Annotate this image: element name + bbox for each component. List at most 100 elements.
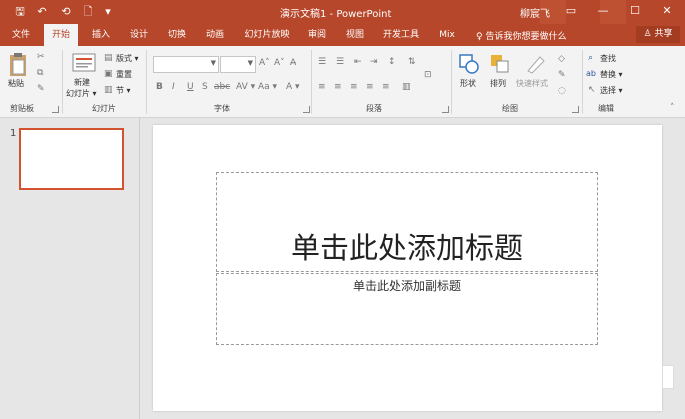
undo-icon[interactable]: ↶ — [34, 4, 50, 20]
find-button[interactable]: 查找 — [600, 54, 616, 64]
shape-effects-icon[interactable]: ◌ — [558, 86, 566, 96]
char-spacing-button[interactable]: AV ▾ — [236, 82, 255, 92]
paste-icon[interactable] — [8, 52, 28, 78]
ribbon-display-options-icon[interactable]: ▭ — [560, 2, 582, 20]
shape-outline-icon[interactable]: ✎ — [558, 70, 566, 80]
font-size-combo[interactable]: ▼ — [220, 56, 256, 73]
slide-number: 1 — [10, 128, 17, 139]
grow-font-button[interactable]: A˄ — [259, 58, 270, 68]
shapes-button[interactable]: 形状 — [460, 79, 476, 89]
increase-indent-icon[interactable]: ⇥ — [370, 57, 378, 67]
clipboard-launcher-icon[interactable] — [52, 106, 59, 113]
arrange-button[interactable]: 排列 — [490, 79, 506, 89]
section-button[interactable]: 节 ▾ — [116, 86, 131, 96]
group-label-slides: 幻灯片 — [92, 104, 116, 113]
section-icon[interactable]: ▥ — [104, 85, 113, 95]
slide-canvas[interactable]: 单击此处添加标题 单击此处添加副标题 — [153, 125, 662, 411]
arrange-icon[interactable] — [489, 53, 511, 75]
tab-review[interactable]: 审阅 — [300, 24, 334, 46]
format-painter-icon[interactable]: ✎ — [37, 84, 45, 94]
change-case-button[interactable]: Aa ▾ — [258, 82, 277, 92]
reset-button[interactable]: 重置 — [116, 70, 132, 80]
share-button[interactable]: ♙ 共享 — [636, 26, 680, 43]
find-icon[interactable]: ⌕ — [588, 53, 593, 63]
tab-transitions[interactable]: 切换 — [160, 24, 194, 46]
tab-animations[interactable]: 动画 — [198, 24, 232, 46]
decrease-indent-icon[interactable]: ⇤ — [354, 57, 362, 67]
tab-file[interactable]: 文件 — [4, 24, 38, 46]
user-name[interactable]: 柳宸飞 — [520, 5, 550, 20]
group-separator — [62, 50, 63, 114]
copy-icon[interactable]: ⧉ — [37, 68, 43, 78]
bold-button[interactable]: B — [156, 82, 163, 92]
cut-icon[interactable]: ✂ — [37, 52, 45, 62]
tab-design[interactable]: 设计 — [122, 24, 156, 46]
align-center-icon[interactable]: ≡ — [334, 82, 342, 92]
paragraph-launcher-icon[interactable] — [442, 106, 449, 113]
save-icon[interactable]: 🖫 — [12, 4, 28, 20]
columns-icon[interactable]: ▥ — [402, 82, 411, 92]
layout-button[interactable]: 版式 ▾ — [116, 54, 139, 64]
group-separator — [311, 50, 312, 114]
justify-icon[interactable]: ≡ — [366, 82, 374, 92]
drawing-launcher-icon[interactable] — [572, 106, 579, 113]
group-label-paragraph: 段落 — [366, 104, 382, 113]
shapes-icon[interactable] — [458, 53, 480, 75]
close-icon[interactable]: ✕ — [656, 2, 678, 20]
collapse-ribbon-icon[interactable]: ˄ — [670, 103, 675, 113]
shrink-font-button[interactable]: A˅ — [274, 58, 285, 68]
select-button[interactable]: 选择 ▾ — [600, 86, 623, 96]
numbering-icon[interactable]: ☰ — [336, 57, 344, 67]
shadow-button[interactable]: S — [202, 82, 208, 92]
tab-slideshow[interactable]: 幻灯片放映 — [238, 24, 296, 46]
align-text-icon[interactable]: ⊡ — [424, 70, 432, 80]
group-separator — [582, 50, 583, 114]
ribbon: 粘贴 ✂ ⧉ ✎ 剪贴板 新建 幻灯片 ▾ ▤ 版式 ▾ ▣ 重置 ▥ 节 ▾ … — [0, 46, 685, 118]
tab-mix[interactable]: Mix — [432, 24, 462, 46]
align-left-icon[interactable]: ≡ — [318, 82, 326, 92]
group-label-clipboard: 剪贴板 — [10, 104, 34, 113]
align-right-icon[interactable]: ≡ — [350, 82, 358, 92]
strikethrough-button[interactable]: abc — [214, 82, 230, 92]
title-placeholder-text: 单击此处添加标题 — [290, 231, 523, 265]
new-file-icon[interactable]: 🗋 — [80, 4, 96, 20]
quick-styles-icon[interactable] — [525, 53, 547, 75]
layout-icon[interactable]: ▤ — [104, 53, 113, 63]
scrollbar[interactable] — [662, 365, 674, 389]
subtitle-placeholder-text: 单击此处添加副标题 — [352, 279, 461, 293]
replace-icon[interactable]: ab — [586, 69, 596, 78]
subtitle-placeholder[interactable]: 单击此处添加副标题 — [216, 273, 598, 345]
distributed-icon[interactable]: ≡ — [382, 82, 390, 92]
new-slide-icon[interactable] — [72, 52, 96, 74]
font-name-combo[interactable]: ▼ — [153, 56, 219, 73]
title-placeholder[interactable]: 单击此处添加标题 — [216, 172, 598, 272]
tell-me-search[interactable]: ♀ 告诉我你想要做什么 — [476, 29, 566, 42]
underline-button[interactable]: U — [187, 82, 194, 92]
text-direction-icon[interactable]: ⇅ — [408, 57, 416, 67]
tab-insert[interactable]: 插入 — [84, 24, 118, 46]
quick-styles-button[interactable]: 快速样式 — [516, 79, 548, 89]
paste-button[interactable]: 粘贴 — [8, 79, 24, 89]
tab-home[interactable]: 开始 — [44, 24, 78, 46]
select-icon[interactable]: ↖ — [588, 85, 596, 95]
tab-view[interactable]: 视图 — [338, 24, 372, 46]
new-slide-dropdown[interactable]: 幻灯片 ▾ — [66, 89, 97, 99]
font-launcher-icon[interactable] — [303, 106, 310, 113]
line-spacing-icon[interactable]: ↕ — [388, 57, 396, 67]
slide-thumbnail[interactable] — [19, 128, 124, 190]
reset-icon[interactable]: ▣ — [104, 69, 113, 79]
redo-icon[interactable]: ⟲ — [58, 4, 74, 20]
maximize-icon[interactable]: ☐ — [624, 2, 646, 20]
new-slide-label[interactable]: 新建 — [74, 78, 90, 88]
chevron-down-icon: ▼ — [210, 59, 216, 67]
clear-format-button[interactable]: A̶ — [290, 58, 296, 68]
font-color-button[interactable]: A ▾ — [286, 82, 300, 92]
bullets-icon[interactable]: ☰ — [318, 57, 326, 67]
shape-fill-icon[interactable]: ◇ — [558, 54, 565, 64]
replace-button[interactable]: 替换 ▾ — [600, 70, 623, 80]
customize-qat-icon[interactable]: ▾ — [102, 4, 114, 20]
tab-developer[interactable]: 开发工具 — [376, 24, 426, 46]
italic-button[interactable]: I — [172, 82, 175, 92]
chevron-down-icon: ▼ — [247, 59, 253, 67]
minimize-icon[interactable]: — — [592, 2, 614, 20]
